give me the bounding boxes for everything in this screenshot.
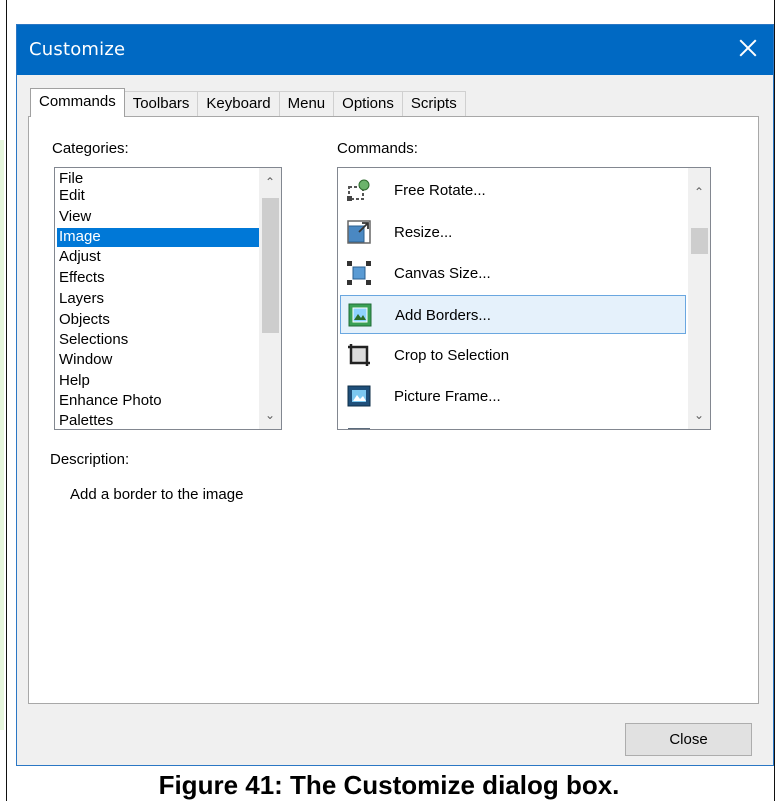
command-item[interactable]: Resize... [340,213,686,252]
scroll-thumb[interactable] [262,198,279,333]
figure-caption: Figure 41: The Customize dialog box. [158,770,620,800]
commands-label: Commands: [337,140,418,157]
command-label: Free Rotate... [394,182,486,199]
canvas-size-icon [347,261,371,285]
command-label: Add Borders... [395,307,491,324]
commands-listbox[interactable]: Free Rotate... Resize... Canvas Size... [337,167,711,430]
commands-scrollbar[interactable]: ⌃ ⌄ [688,168,710,429]
category-item[interactable]: Window [57,351,269,370]
tab-options[interactable]: Options [333,91,403,116]
partial-command-icon [348,428,370,429]
categories-listbox[interactable]: File Edit View Image Adjust Effects Laye… [54,167,282,430]
category-item[interactable]: Effects [57,269,269,288]
close-icon[interactable] [733,33,763,63]
category-item[interactable]: View [57,208,269,227]
command-label: Resize... [394,224,453,241]
command-item-selected[interactable]: Add Borders... [340,295,686,334]
description-label: Description: [50,451,130,468]
customize-dialog: Customize Commands Toolbars Keyboard Men… [16,24,774,766]
free-rotate-icon [347,179,370,201]
category-item[interactable]: Selections [57,331,269,350]
scroll-up-icon[interactable]: ⌃ [264,176,276,188]
category-item[interactable]: Enhance Photo [57,392,269,411]
scroll-down-icon[interactable]: ⌄ [693,409,705,421]
scroll-up-icon[interactable]: ⌃ [693,186,705,198]
command-label: Canvas Size... [394,265,491,282]
command-item-partial[interactable] [340,419,686,429]
close-button[interactable]: Close [625,723,752,756]
scroll-down-icon[interactable]: ⌄ [264,409,276,421]
scroll-thumb[interactable] [691,228,708,254]
category-item[interactable]: Help [57,372,269,391]
description-text: Add a border to the image [70,486,244,503]
tab-strip: Commands Toolbars Keyboard Menu Options … [30,88,466,117]
command-item[interactable]: Picture Frame... [340,377,686,416]
category-item[interactable]: Palettes [57,412,269,429]
category-item[interactable]: Objects [57,311,269,330]
tab-commands[interactable]: Commands [30,88,125,117]
category-item[interactable]: Adjust [57,248,269,267]
picture-frame-icon [347,385,371,407]
tab-scripts[interactable]: Scripts [401,91,466,116]
category-item[interactable]: Edit [57,187,269,206]
tab-menu[interactable]: Menu [278,91,335,116]
add-borders-icon [348,303,372,327]
command-label: Crop to Selection [394,347,510,364]
tab-keyboard[interactable]: Keyboard [197,91,280,116]
tab-toolbars[interactable]: Toolbars [123,91,199,116]
command-item[interactable]: Crop to Selection [340,336,686,375]
command-item[interactable]: Free Rotate... [340,171,686,210]
crop-icon [348,344,370,366]
categories-label: Categories: [52,140,129,157]
window-title: Customize [29,39,126,60]
resize-icon [347,220,371,244]
category-item-selected[interactable]: Image [57,228,269,247]
command-item[interactable]: Canvas Size... [340,254,686,293]
categories-scrollbar[interactable]: ⌃ ⌄ [259,168,281,429]
command-label: Picture Frame... [394,388,501,405]
category-item[interactable]: Layers [57,290,269,309]
page-side-rule [0,140,4,730]
title-bar[interactable]: Customize [17,25,773,75]
